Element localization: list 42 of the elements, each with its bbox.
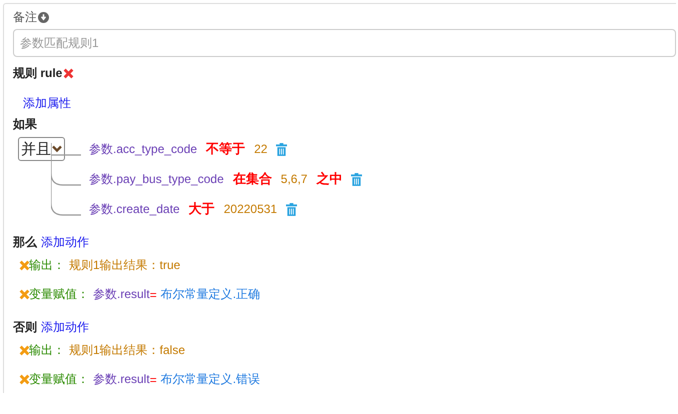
delete-x-icon[interactable] (19, 289, 30, 300)
variable-value[interactable]: 布尔常量定义.正确 (160, 286, 260, 303)
action-type[interactable]: 输出： (29, 257, 65, 274)
section-label: 那么 (13, 234, 37, 251)
delete-x-icon[interactable] (19, 345, 30, 356)
remark-field[interactable]: 参数匹配规则1 (13, 29, 676, 57)
action-type[interactable]: 变量赋值： (29, 371, 89, 388)
action-type[interactable]: 输出： (29, 342, 65, 359)
variable-value[interactable]: 布尔常量定义.错误 (160, 371, 260, 388)
trash-icon[interactable] (351, 172, 362, 186)
variable-name[interactable]: 参数.result (93, 286, 150, 303)
delete-x-icon[interactable] (19, 260, 30, 271)
download-icon[interactable] (38, 12, 49, 22)
rule-title: 规则 rule (13, 64, 62, 82)
equals-sign: = (150, 372, 157, 386)
condition-value[interactable]: 22 (254, 142, 268, 156)
condition-field[interactable]: 参数.create_date (89, 200, 180, 218)
output-text[interactable]: 规则1输出结果：true (69, 257, 180, 274)
action-type[interactable]: 变量赋值： (29, 286, 89, 303)
condition-operator[interactable]: 大于 (188, 200, 215, 218)
if-label: 如果 (13, 116, 38, 133)
variable-name[interactable]: 参数.result (93, 371, 150, 388)
section-label: 否则 (13, 319, 37, 336)
condition-value[interactable]: 5,6,7 (280, 172, 308, 186)
add-action-link[interactable]: 添加动作 (41, 319, 89, 336)
condition-value[interactable]: 20220531 (224, 202, 278, 216)
trash-icon[interactable] (286, 202, 298, 216)
condition-field[interactable]: 参数.pay_bus_type_code (89, 170, 224, 188)
output-text[interactable]: 规则1输出结果：false (69, 342, 186, 359)
trash-icon[interactable] (276, 142, 288, 156)
delete-x-icon[interactable] (19, 374, 30, 385)
equals-sign: = (150, 288, 157, 302)
joiner-select[interactable]: 并且 (18, 137, 65, 161)
remark-label: 备注 (13, 8, 37, 26)
chevron-down-icon[interactable] (52, 145, 62, 153)
condition-suffix: 之中 (316, 170, 342, 188)
add-action-link[interactable]: 添加动作 (41, 234, 89, 251)
condition-field[interactable]: 参数.acc_type_code (89, 140, 198, 158)
add-property-link[interactable]: 添加属性 (23, 95, 71, 112)
condition-operator[interactable]: 在集合 (232, 170, 272, 188)
condition-operator[interactable]: 不等于 (206, 140, 246, 158)
delete-x-icon[interactable] (63, 68, 74, 78)
